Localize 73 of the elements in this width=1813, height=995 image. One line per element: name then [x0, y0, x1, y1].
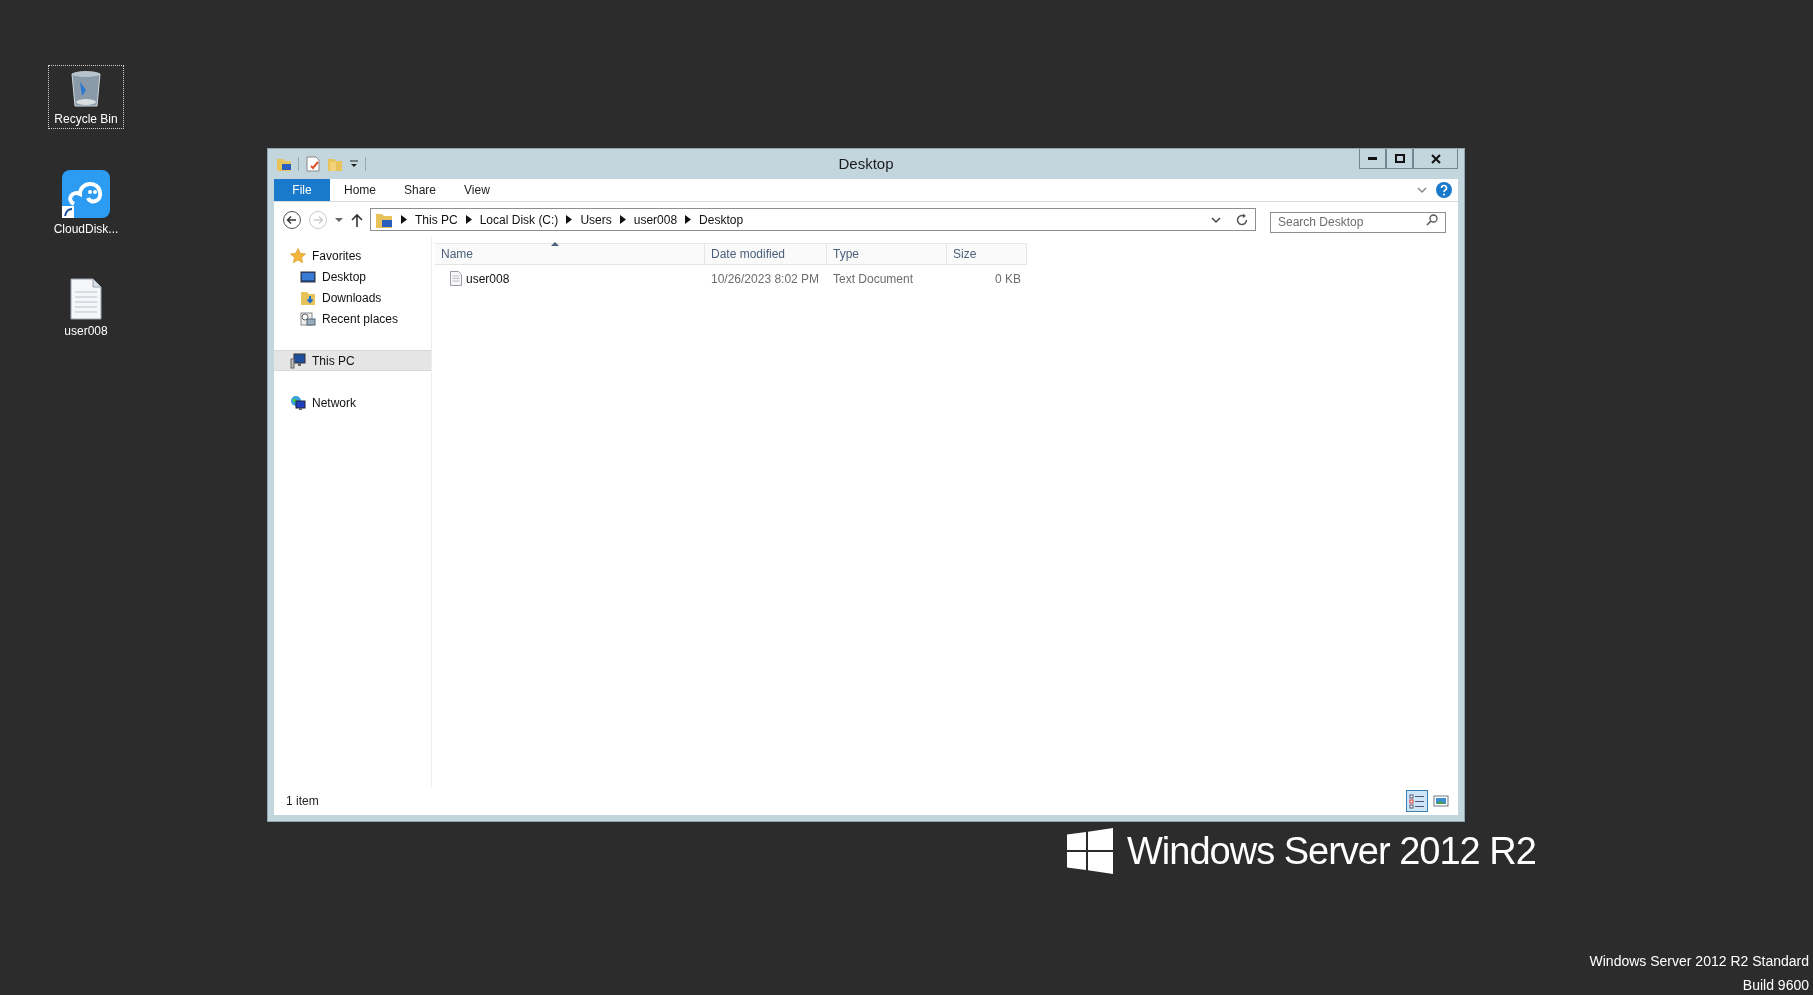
desktop-shortcut[interactable]: user008	[49, 276, 123, 340]
network-icon	[290, 394, 306, 411]
windows-logo-icon	[1067, 828, 1113, 874]
table-cell-text: 0 KB	[994, 270, 1022, 288]
nav-item[interactable]: Desktop	[274, 266, 431, 287]
desktop-icon	[300, 268, 316, 285]
table-cell-text: 10/26/2023 8:02 PM	[710, 270, 821, 288]
breadcrumb-item[interactable]: Desktop	[699, 210, 744, 229]
image-view-icon	[1433, 793, 1449, 809]
close-icon	[1430, 153, 1441, 164]
breadcrumb-item[interactable]: user008	[633, 210, 678, 229]
file-tab[interactable]: File	[274, 179, 330, 201]
search-icon	[1426, 214, 1438, 226]
chevron-right-icon	[685, 215, 692, 224]
chevron-right-icon	[619, 215, 626, 224]
chevron-right-icon	[566, 215, 573, 224]
table-cell-text: Text Document	[832, 270, 915, 288]
nav-item[interactable]: Favorites	[274, 245, 431, 266]
product-name: Windows Server 2012 R2	[1127, 832, 1536, 870]
back-icon[interactable]	[282, 209, 302, 230]
column-header[interactable]: Type	[827, 244, 947, 264]
text-file-icon	[70, 278, 102, 320]
build-label: Build 9600	[1742, 976, 1809, 995]
shortcut-label: CloudDisk...	[53, 222, 119, 236]
refresh-icon[interactable]	[1235, 212, 1249, 227]
nav-item[interactable]: Recent places	[274, 308, 431, 329]
breadcrumb-item[interactable]: This PC	[415, 210, 458, 229]
search-field[interactable]: Search Desktop	[1270, 211, 1446, 233]
ribbon-tab[interactable]: View	[450, 179, 504, 201]
sort-caret-icon	[551, 242, 559, 246]
file-row[interactable]: user008 10/26/2023 8:02 PM Text Document 0 KB	[435, 267, 1027, 290]
desktop-shortcut[interactable]: CloudDisk...	[49, 168, 123, 238]
minimize-icon	[1368, 157, 1377, 160]
up-arrow-icon[interactable]	[350, 211, 364, 228]
column-header[interactable]: Size	[947, 244, 1027, 264]
column-header[interactable]: Date modified	[705, 244, 827, 264]
trash-bin-icon	[68, 68, 104, 108]
column-header[interactable]: Name	[435, 244, 705, 264]
ribbon-tab[interactable]: Home	[330, 179, 390, 201]
nav-item[interactable]: Network	[274, 392, 431, 413]
folder-pc-icon	[276, 156, 292, 172]
maximize-icon	[1394, 154, 1405, 163]
minimize-button[interactable]	[1359, 149, 1386, 169]
help-icon[interactable]	[1436, 182, 1452, 198]
cloud-app-icon	[62, 170, 110, 218]
nav-item[interactable]: Downloads	[274, 287, 431, 308]
star-icon	[290, 247, 306, 264]
shortcut-label: Recycle Bin	[54, 112, 118, 126]
breadcrumb-item[interactable]: Local Disk (C:)	[479, 210, 559, 229]
breadcrumb-item[interactable]: Users	[580, 210, 612, 229]
chevron-right-icon	[465, 215, 472, 224]
nav-item[interactable]: This PC	[274, 350, 431, 371]
dropdown-icon[interactable]	[349, 159, 359, 169]
downloads-folder-icon	[300, 289, 316, 306]
close-button[interactable]	[1413, 149, 1458, 169]
details-view-button[interactable]	[1406, 790, 1428, 812]
shortcut-label: user008	[64, 324, 108, 338]
desktop-shortcut[interactable]: Recycle Bin	[49, 66, 123, 128]
maximize-button[interactable]	[1386, 149, 1413, 169]
details-view-icon	[1409, 793, 1425, 809]
properties-icon[interactable]	[305, 156, 321, 172]
ribbon-tab[interactable]: Share	[390, 179, 451, 201]
edition-label: Windows Server 2012 R2 Standard	[1589, 952, 1809, 971]
window-title: Desktop	[838, 153, 894, 174]
address-bar[interactable]: This PC Local Disk (C:) Users user008 Desktop	[370, 208, 1256, 231]
file-name: user008	[466, 270, 510, 288]
recent-places-icon	[300, 310, 316, 327]
expand-ribbon-icon[interactable]	[1416, 184, 1428, 196]
chevron-right-icon	[401, 215, 407, 224]
dropdown-icon[interactable]	[1211, 214, 1221, 225]
text-file-icon	[450, 271, 462, 286]
computer-icon	[290, 352, 306, 369]
item-count: 1 item	[286, 793, 319, 810]
